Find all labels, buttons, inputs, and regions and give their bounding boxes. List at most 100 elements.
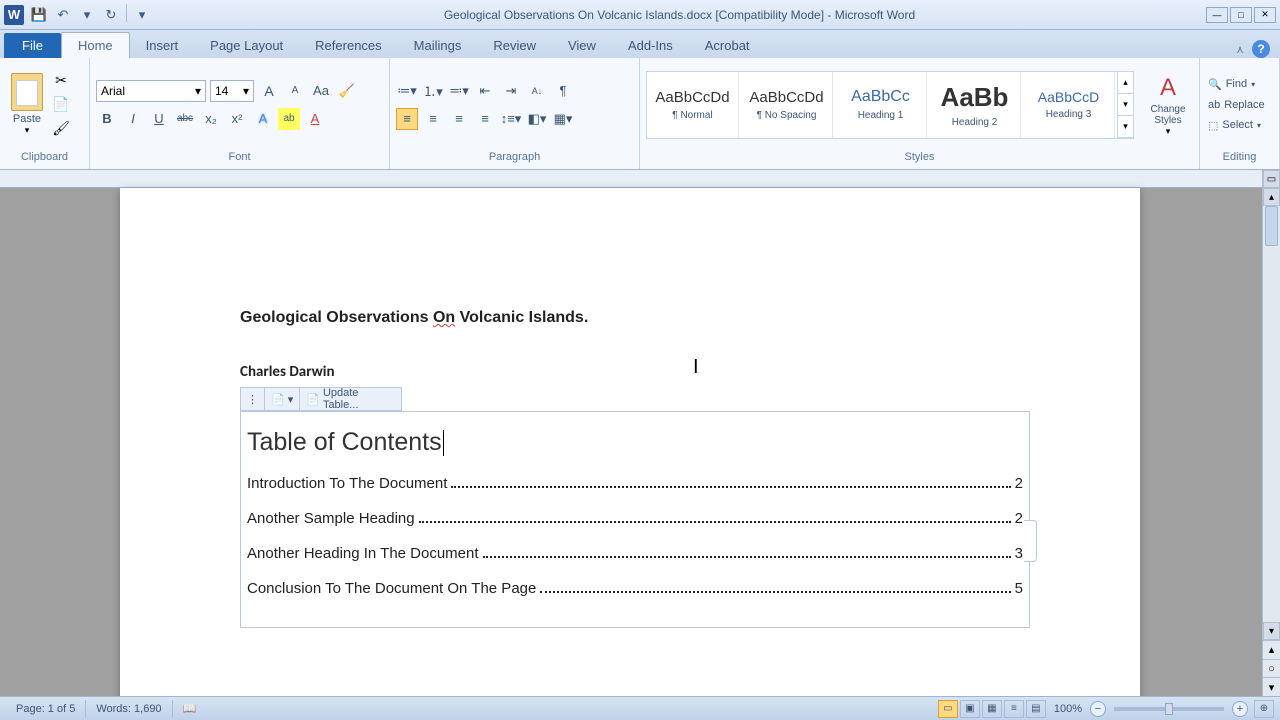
style-heading-3[interactable]: AaBbCcDHeading 3: [1023, 72, 1115, 138]
tab-review[interactable]: Review: [477, 33, 552, 58]
style-heading-1[interactable]: AaBbCcHeading 1: [835, 72, 927, 138]
cut-icon[interactable]: ✂: [52, 72, 70, 90]
paste-button[interactable]: Paste ▾: [6, 73, 48, 136]
outline-view-icon[interactable]: ≡: [1004, 700, 1024, 718]
chevron-down-icon[interactable]: ▾: [76, 4, 98, 26]
close-button[interactable]: ✕: [1254, 7, 1276, 23]
previous-page-icon[interactable]: ▴: [1263, 640, 1280, 659]
find-button[interactable]: 🔍Find▾: [1206, 76, 1267, 93]
browse-object-icon[interactable]: ○: [1263, 659, 1280, 678]
toc-heading[interactable]: Table of Contents: [247, 428, 1023, 457]
print-layout-view-icon[interactable]: ▭: [938, 700, 958, 718]
align-left-button[interactable]: ≡: [396, 108, 418, 130]
update-table-button[interactable]: 📄Update Table...: [300, 388, 401, 410]
style-heading-2[interactable]: AaBbHeading 2: [929, 72, 1021, 138]
zoom-slider[interactable]: [1114, 707, 1224, 711]
borders-button[interactable]: ▦▾: [552, 108, 574, 130]
shrink-font-button[interactable]: A: [284, 80, 306, 102]
style-no-spacing[interactable]: AaBbCcDd¶ No Spacing: [741, 72, 833, 138]
toc-handle-icon[interactable]: ⋮: [241, 388, 265, 410]
tab-mailings[interactable]: Mailings: [398, 33, 478, 58]
expand-gallery-icon[interactable]: ▾: [1118, 116, 1133, 138]
subscript-button[interactable]: x₂: [200, 108, 222, 130]
increase-indent-button[interactable]: ⇥: [500, 80, 522, 102]
tab-references[interactable]: References: [299, 33, 397, 58]
save-icon[interactable]: 💾: [28, 4, 50, 26]
zoom-out-button[interactable]: −: [1090, 701, 1106, 717]
grow-font-button[interactable]: A: [258, 80, 280, 102]
customize-qat-icon[interactable]: ▾: [131, 4, 153, 26]
toc-entry[interactable]: Another Sample Heading2: [247, 510, 1023, 527]
decrease-indent-button[interactable]: ⇤: [474, 80, 496, 102]
zoom-level[interactable]: 100%: [1054, 703, 1082, 715]
word-count[interactable]: Words: 1,690: [86, 700, 172, 718]
justify-button[interactable]: ≡: [474, 108, 496, 130]
draft-view-icon[interactable]: ▤: [1026, 700, 1046, 718]
shading-button[interactable]: ◧▾: [526, 108, 548, 130]
toc-entry[interactable]: Introduction To The Document2: [247, 475, 1023, 492]
ruler-toggle-icon[interactable]: ▭: [1263, 170, 1280, 188]
font-color-button[interactable]: A: [304, 108, 326, 130]
maximize-button[interactable]: □: [1230, 7, 1252, 23]
web-layout-view-icon[interactable]: ▦: [982, 700, 1002, 718]
text-effects-button[interactable]: A: [252, 108, 274, 130]
document-title[interactable]: Geological Observations On Volcanic Isla…: [240, 308, 1020, 327]
scroll-thumb[interactable]: [1265, 206, 1278, 246]
tab-file[interactable]: File: [4, 33, 61, 58]
tab-page-layout[interactable]: Page Layout: [194, 33, 299, 58]
format-painter-icon[interactable]: 🖌: [52, 120, 70, 138]
bold-button[interactable]: B: [96, 108, 118, 130]
replace-button[interactable]: abReplace: [1206, 97, 1267, 113]
clear-formatting-button[interactable]: 🧹: [336, 80, 358, 102]
tab-insert[interactable]: Insert: [130, 33, 195, 58]
scroll-down-icon[interactable]: ▾: [1118, 94, 1133, 116]
multilevel-list-button[interactable]: ≕▾: [448, 80, 470, 102]
align-right-button[interactable]: ≡: [448, 108, 470, 130]
font-name-select[interactable]: Arial▾: [96, 80, 206, 102]
help-icon[interactable]: ?: [1252, 40, 1270, 58]
page[interactable]: Geological Observations On Volcanic Isla…: [120, 188, 1140, 696]
font-size-select[interactable]: 14▾: [210, 80, 254, 102]
ruler-horizontal[interactable]: [0, 170, 1280, 188]
zoom-thumb[interactable]: [1165, 703, 1173, 715]
minimize-ribbon-icon[interactable]: ⋏: [1236, 43, 1244, 56]
zoom-dialog-icon[interactable]: ⊕: [1254, 700, 1274, 718]
document-author[interactable]: Charles Darwin: [240, 363, 1020, 381]
select-button[interactable]: ⬚Select▾: [1206, 117, 1267, 134]
toc-container[interactable]: Table of Contents Introduction To The Do…: [240, 411, 1030, 628]
italic-button[interactable]: I: [122, 108, 144, 130]
toc-menu-button[interactable]: 📄▾: [265, 388, 300, 410]
style-normal[interactable]: AaBbCcDd¶ Normal: [647, 72, 739, 138]
show-marks-button[interactable]: ¶: [552, 80, 574, 102]
scroll-up-icon[interactable]: ▴: [1118, 72, 1133, 94]
tab-home[interactable]: Home: [61, 32, 130, 58]
redo-icon[interactable]: ↻: [100, 4, 122, 26]
page-indicator[interactable]: Page: 1 of 5: [6, 700, 86, 718]
tab-addins[interactable]: Add-Ins: [612, 33, 689, 58]
next-page-icon[interactable]: ▾: [1263, 677, 1280, 696]
change-case-button[interactable]: Aa: [310, 80, 332, 102]
toc-entry[interactable]: Another Heading In The Document3: [247, 545, 1023, 562]
tab-view[interactable]: View: [552, 33, 612, 58]
change-styles-button[interactable]: A Change Styles ▾: [1144, 72, 1192, 137]
fullscreen-reading-view-icon[interactable]: ▣: [960, 700, 980, 718]
toc-entry[interactable]: Conclusion To The Document On The Page5: [247, 580, 1023, 597]
undo-icon[interactable]: ↶: [52, 4, 74, 26]
proofing-icon[interactable]: 📖: [173, 700, 207, 718]
scroll-up-icon[interactable]: ▴: [1263, 188, 1280, 206]
scroll-down-icon[interactable]: ▾: [1263, 622, 1280, 640]
underline-button[interactable]: U: [148, 108, 170, 130]
numbering-button[interactable]: ⒈▾: [422, 80, 444, 102]
sort-button[interactable]: A↓: [526, 80, 548, 102]
zoom-in-button[interactable]: +: [1232, 701, 1248, 717]
line-spacing-button[interactable]: ↕≡▾: [500, 108, 522, 130]
align-center-button[interactable]: ≡: [422, 108, 444, 130]
tab-acrobat[interactable]: Acrobat: [689, 33, 766, 58]
bullets-button[interactable]: ≔▾: [396, 80, 418, 102]
superscript-button[interactable]: x²: [226, 108, 248, 130]
highlight-button[interactable]: ab: [278, 108, 300, 130]
minimize-button[interactable]: —: [1206, 7, 1228, 23]
strikethrough-button[interactable]: abc: [174, 108, 196, 130]
vertical-scrollbar[interactable]: ▭ ▴ ▾ ▴ ○ ▾: [1262, 170, 1280, 696]
copy-icon[interactable]: 📄: [52, 96, 70, 114]
